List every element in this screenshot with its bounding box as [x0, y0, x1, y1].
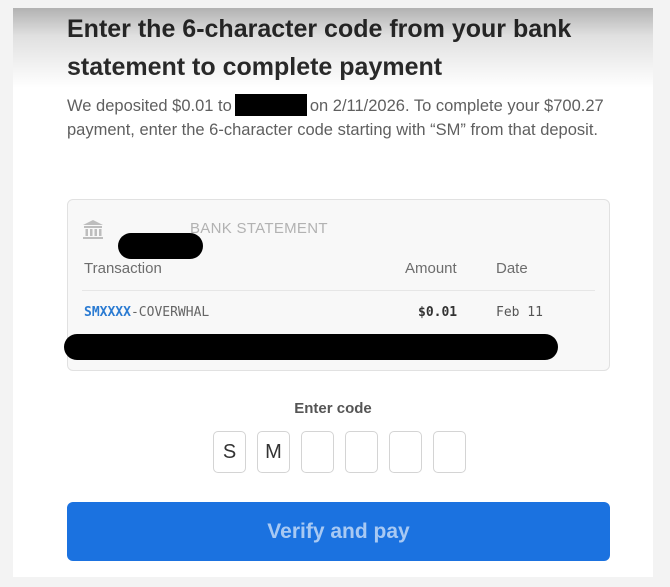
enter-code-label: Enter code [294, 400, 372, 417]
transaction-merchant: -COVERWHAL [130, 305, 210, 320]
redacted-account [234, 94, 307, 116]
description-before: We deposited $0.01 to [67, 97, 232, 115]
code-input-group: S M [213, 431, 467, 473]
deposit-description: We deposited $0.01 to on 2/11/2026. To co… [67, 94, 627, 142]
code-input-6[interactable] [433, 431, 466, 473]
bank-icon [83, 220, 103, 239]
code-input-2[interactable]: M [257, 431, 290, 473]
code-input-4[interactable] [345, 431, 378, 473]
transaction-code: SMXXXX [84, 305, 131, 320]
transaction-amount: $0.01 [418, 305, 458, 320]
page-title: Enter the 6-character code from your ban… [67, 15, 572, 81]
column-header-amount: Amount [405, 260, 457, 277]
code-input-5[interactable] [389, 431, 422, 473]
column-header-transaction: Transaction [84, 260, 162, 277]
transaction-date: Feb 11 [496, 305, 543, 320]
transaction-description: SMXXXX-COVERWHAL [84, 305, 209, 320]
payment-verification-card: Enter the 6-character code from your ban… [13, 8, 653, 577]
verify-and-pay-button[interactable]: Verify and pay [67, 502, 610, 561]
redacted-bank-name [118, 233, 203, 259]
column-header-date: Date [496, 260, 528, 277]
statement-header-label: BANK STATEMENT [190, 220, 328, 237]
code-input-3[interactable] [301, 431, 334, 473]
table-divider [82, 290, 595, 291]
code-input-1[interactable]: S [213, 431, 246, 473]
redacted-statement-line [64, 334, 558, 360]
